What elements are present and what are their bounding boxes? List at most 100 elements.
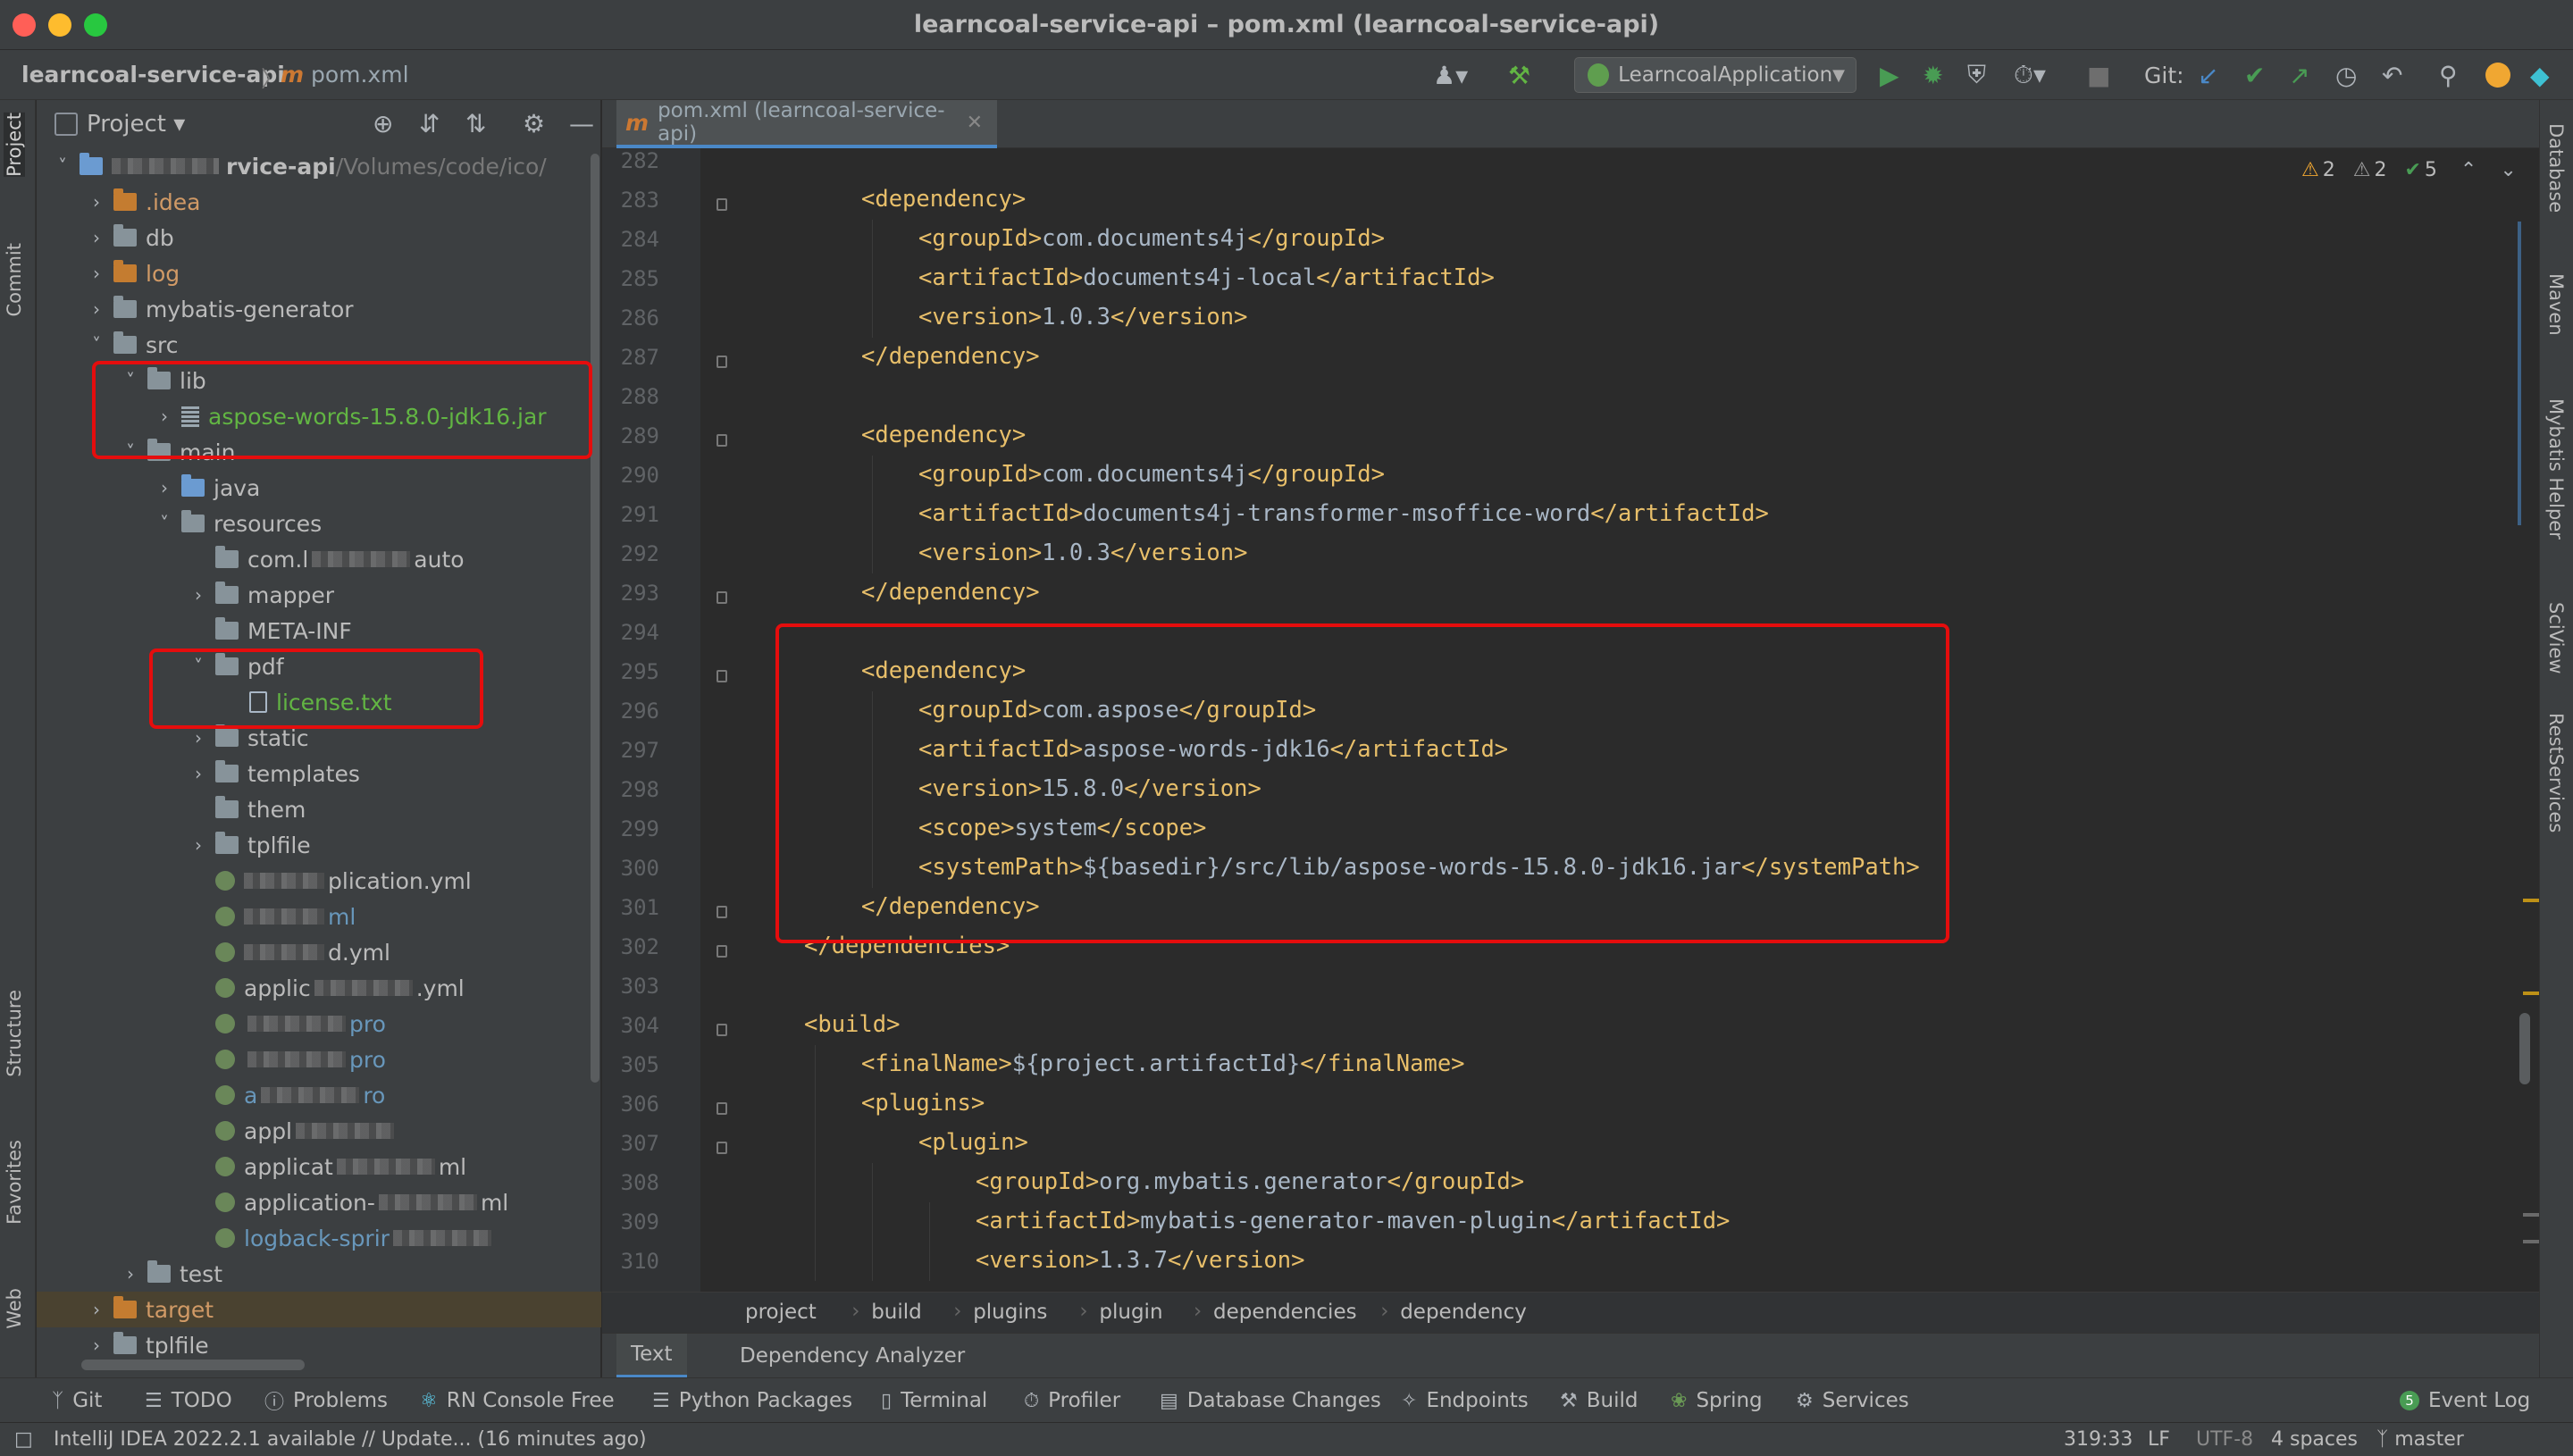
fold-marker-icon[interactable]: [717, 591, 727, 604]
collapse-all-icon[interactable]: ⇅: [465, 109, 486, 138]
code-line[interactable]: <finalName>${project.artifactId}</finalN…: [861, 1050, 1465, 1077]
indent-setting[interactable]: 4 spaces: [2271, 1428, 2358, 1451]
code-line[interactable]: <version>1.3.7</version>: [976, 1247, 1304, 1274]
chevron-right-icon[interactable]: ›: [189, 834, 208, 856]
breadcrumb-item[interactable]: dependency: [1400, 1301, 1527, 1324]
tool-maven[interactable]: Maven: [2545, 273, 2567, 336]
line-number[interactable]: 284: [602, 227, 659, 252]
gear-icon[interactable]: ⚙: [523, 109, 545, 138]
project-panel-title[interactable]: Project ▾: [87, 111, 185, 138]
tree-item[interactable]: them: [37, 791, 601, 827]
code-line[interactable]: <version>1.0.3</version>: [918, 540, 1247, 566]
search-icon[interactable]: ⚲: [2439, 59, 2458, 91]
tree-item[interactable]: appl: [37, 1113, 601, 1149]
line-number[interactable]: 297: [602, 738, 659, 763]
tool-favorites[interactable]: Favorites: [4, 1140, 25, 1225]
line-number[interactable]: 310: [602, 1249, 659, 1274]
git-branch[interactable]: ᛉ master: [2376, 1428, 2464, 1451]
git-push-icon[interactable]: ↗: [2289, 59, 2309, 91]
tree-item[interactable]: › target: [37, 1292, 601, 1327]
tree-item[interactable]: › mapper: [37, 577, 601, 613]
tree-item[interactable]: plication.yml: [37, 863, 601, 899]
previous-highlight-icon[interactable]: ⌃: [2460, 159, 2477, 181]
line-number[interactable]: 299: [602, 816, 659, 841]
inspection-widget[interactable]: ⚠ 2 ⚠ 2 ✔ 5 ⌃ ⌄: [2301, 159, 2517, 181]
code-line[interactable]: <plugins>: [861, 1090, 985, 1117]
chevron-right-icon[interactable]: ›: [87, 263, 106, 284]
code-line[interactable]: <groupId>com.documents4j</groupId>: [918, 461, 1385, 488]
tab-text[interactable]: Text: [616, 1334, 687, 1378]
tw-database-changes[interactable]: ▤ Database Changes: [1160, 1378, 1381, 1423]
chevron-right-icon[interactable]: ›: [87, 191, 106, 213]
tree-item[interactable]: application-ml: [37, 1184, 601, 1220]
breadcrumb-item[interactable]: plugin: [1099, 1301, 1162, 1324]
line-number[interactable]: 309: [602, 1209, 659, 1234]
update-icon[interactable]: [2485, 59, 2510, 91]
code-line[interactable]: <groupId>com.documents4j</groupId>: [918, 225, 1385, 252]
nav-project[interactable]: learncoal-service-api: [21, 62, 285, 88]
tool-web[interactable]: Web: [4, 1288, 25, 1329]
chevron-down-icon[interactable]: ˅: [155, 513, 174, 534]
line-number[interactable]: 282: [602, 148, 659, 173]
tree-item[interactable]: › tplfile: [37, 1327, 601, 1363]
tree-item[interactable]: ˅ rvice-api /Volumes/code/ico/: [37, 148, 601, 184]
code-line[interactable]: <dependency>: [861, 422, 1026, 448]
chevron-right-icon[interactable]: ›: [87, 227, 106, 248]
tree-item[interactable]: › test: [37, 1256, 601, 1292]
line-number[interactable]: 293: [602, 581, 659, 606]
tree-item[interactable]: ˅ resources: [37, 506, 601, 541]
locate-icon[interactable]: ⊕: [373, 109, 393, 138]
fold-marker-icon[interactable]: [717, 906, 727, 918]
fold-marker-icon[interactable]: [717, 1102, 727, 1115]
user-icon[interactable]: ♟▾: [1433, 59, 1468, 91]
tab-pom-xml[interactable]: m pom.xml (learncoal-service-api) ✕: [616, 99, 997, 148]
tree-item[interactable]: › java: [37, 470, 601, 506]
git-commit-icon[interactable]: ✔: [2244, 59, 2265, 91]
file-encoding[interactable]: UTF-8: [2196, 1428, 2253, 1451]
breadcrumb-item[interactable]: dependencies: [1213, 1301, 1357, 1324]
fold-marker-icon[interactable]: [717, 434, 727, 447]
fold-marker-icon[interactable]: [717, 945, 727, 958]
tree-item[interactable]: › db: [37, 220, 601, 255]
tw-problems[interactable]: ⓘ Problems: [264, 1378, 388, 1423]
breadcrumb-item[interactable]: project: [745, 1301, 817, 1324]
tree-item[interactable]: › log: [37, 255, 601, 291]
close-tab-icon[interactable]: ✕: [967, 112, 983, 134]
code-line[interactable]: <dependency>: [861, 186, 1026, 213]
tree-item[interactable]: applic .yml: [37, 970, 601, 1006]
tree-item[interactable]: › tplfile: [37, 827, 601, 863]
hide-panel-icon[interactable]: —: [569, 109, 594, 138]
tool-database[interactable]: Database: [2545, 123, 2567, 213]
history-icon[interactable]: ◷: [2335, 59, 2357, 91]
line-number[interactable]: 294: [602, 620, 659, 645]
tree-item[interactable]: ˅ src: [37, 327, 601, 363]
tw-profiler[interactable]: ⏱ Profiler: [1024, 1378, 1120, 1423]
code-line[interactable]: </dependency>: [861, 579, 1040, 606]
tool-commit[interactable]: Commit: [4, 243, 25, 317]
tool-mybatis-helper[interactable]: Mybatis Helper: [2545, 398, 2567, 540]
profile-icon[interactable]: ⏱▾: [2014, 59, 2046, 91]
chevron-right-icon[interactable]: ›: [87, 298, 106, 320]
fold-marker-icon[interactable]: [717, 670, 727, 682]
tree-item[interactable]: › .idea: [37, 184, 601, 220]
code-line[interactable]: <groupId>org.mybatis.generator</groupId>: [976, 1168, 1524, 1195]
line-separator[interactable]: LF: [2148, 1428, 2170, 1451]
chevron-down-icon[interactable]: ˅: [87, 334, 106, 356]
line-number[interactable]: 295: [602, 659, 659, 684]
line-number[interactable]: 305: [602, 1052, 659, 1077]
tree-item[interactable]: ml: [37, 899, 601, 934]
stop-icon[interactable]: ■: [2087, 59, 2110, 91]
line-number[interactable]: 302: [602, 934, 659, 959]
tw-rn-console[interactable]: ⚛ RN Console Free: [420, 1378, 615, 1423]
fold-marker-icon[interactable]: [717, 356, 727, 368]
code-line[interactable]: <artifactId>documents4j-transformer-msof…: [918, 500, 1769, 527]
code-line[interactable]: </dependency>: [861, 343, 1040, 370]
line-number[interactable]: 286: [602, 305, 659, 331]
code-line[interactable]: <version>1.0.3</version>: [918, 304, 1247, 331]
editor-scrollbar[interactable]: [2514, 148, 2539, 1292]
tw-endpoints[interactable]: ✧ Endpoints: [1401, 1378, 1529, 1423]
scroll-thumb[interactable]: [2519, 1013, 2530, 1084]
tw-spring[interactable]: ❀ Spring: [1671, 1378, 1763, 1423]
tw-build[interactable]: ⚒ Build: [1560, 1378, 1638, 1423]
expand-all-icon[interactable]: ⇵: [419, 109, 440, 138]
